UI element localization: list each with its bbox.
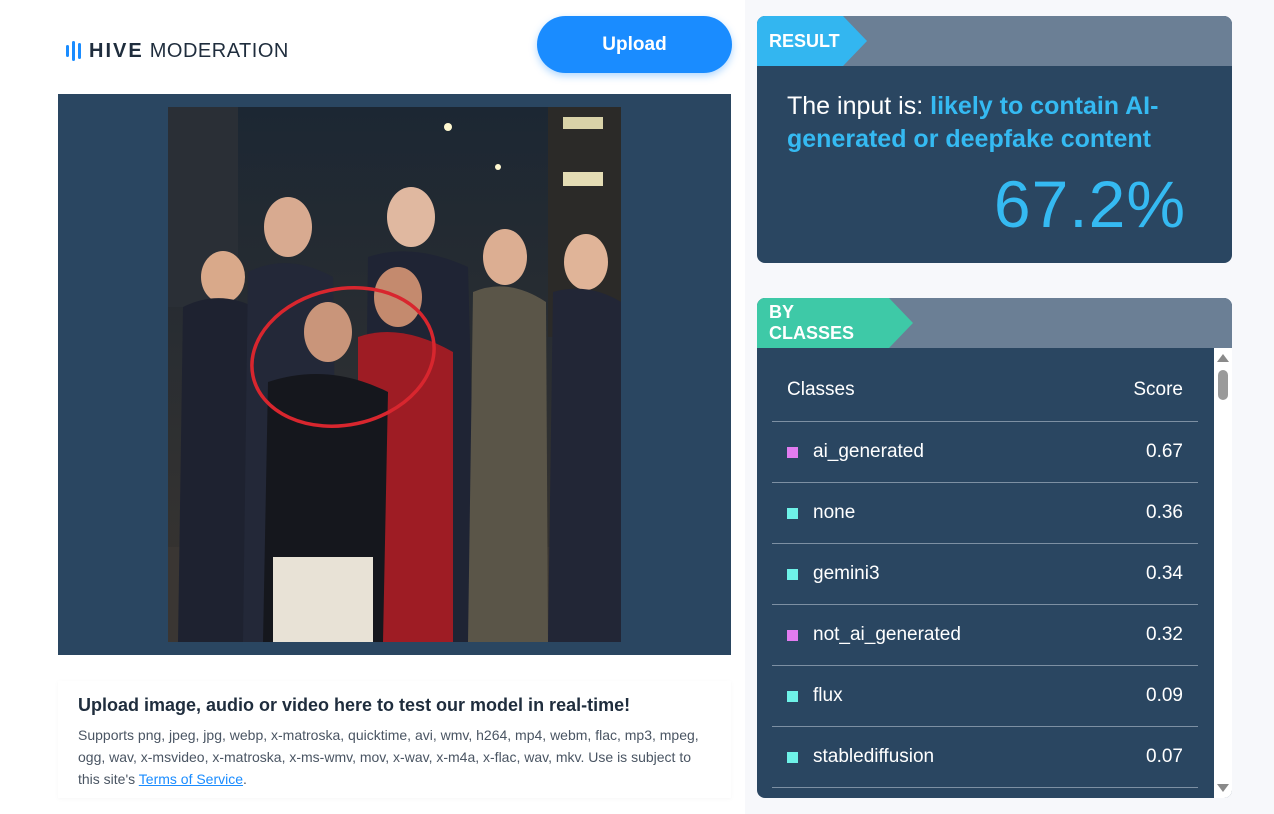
classes-body[interactable]: Classes Score ai_generated 0.67 none 0.3… [757, 348, 1232, 798]
upload-info: Upload image, audio or video here to tes… [58, 681, 731, 798]
classes-card-header: BY CLASSES [757, 298, 1232, 348]
class-name: ai_generated [813, 441, 924, 462]
table-row: flux 0.09 [772, 666, 1198, 727]
upload-info-title: Upload image, audio or video here to tes… [78, 695, 631, 715]
brand-bold: HIVE [89, 39, 144, 62]
brand-name: HIVE MODERATION [89, 40, 289, 63]
scroll-up-arrow-icon[interactable] [1217, 354, 1229, 362]
info-pointer [113, 662, 141, 682]
table-row: not_ai_generated 0.32 [772, 605, 1198, 666]
class-cell: flux [787, 685, 843, 707]
classes-card: BY CLASSES Classes Score ai_generated 0.… [757, 298, 1232, 798]
class-name: none [813, 502, 856, 523]
class-cell: not_ai_generated [787, 624, 961, 646]
class-score: 0.07 [1146, 746, 1183, 767]
classes-scrollbar[interactable] [1214, 348, 1232, 798]
hive-logo[interactable]: HIVE MODERATION [66, 38, 289, 64]
class-color-swatch [787, 751, 798, 763]
class-color-swatch [787, 507, 798, 519]
col-header-classes: Classes [787, 378, 855, 400]
media-preview[interactable] [58, 94, 731, 655]
uploaded-photo [168, 107, 621, 642]
supported-formats-end: . [243, 771, 247, 787]
table-row: gemini3 0.34 [772, 544, 1198, 605]
classes-table-header: Classes Score [772, 348, 1198, 422]
result-body: The input is: likely to contain AI-gener… [757, 66, 1232, 156]
scroll-thumb[interactable] [1218, 370, 1228, 400]
result-card: RESULT The input is: likely to contain A… [757, 16, 1232, 263]
result-tag: RESULT [757, 16, 867, 66]
classes-tag: BY CLASSES [757, 298, 913, 348]
hive-logo-icon [66, 40, 81, 62]
class-cell: none [787, 502, 855, 524]
class-color-swatch [787, 446, 798, 458]
class-score: 0.32 [1146, 624, 1183, 645]
result-percentage: 67.2% [993, 167, 1186, 241]
table-row: ai_generated 0.67 [772, 422, 1198, 483]
class-name: stablediffusion [813, 746, 935, 767]
class-color-swatch [787, 690, 798, 702]
terms-of-service-link[interactable]: Terms of Service [139, 771, 243, 787]
class-color-swatch [787, 629, 798, 641]
supported-formats: Supports png, jpeg, jpg, webp, x-matrosk… [78, 724, 711, 790]
class-name: gemini3 [813, 563, 880, 584]
class-name: flux [813, 685, 843, 706]
table-row: stablediffusion 0.07 [772, 727, 1198, 788]
col-header-score: Score [1133, 378, 1183, 400]
class-score: 0.36 [1146, 502, 1183, 523]
brand-rest: MODERATION [149, 39, 289, 62]
class-cell: gemini3 [787, 563, 880, 585]
result-prefix: The input is: [787, 92, 931, 120]
class-score: 0.34 [1146, 563, 1183, 584]
class-cell: stablediffusion [787, 746, 934, 768]
class-score: 0.09 [1146, 685, 1183, 706]
scroll-down-arrow-icon[interactable] [1217, 784, 1229, 792]
upload-button[interactable]: Upload [537, 16, 732, 73]
class-cell: ai_generated [787, 441, 924, 463]
result-statement: The input is: likely to contain AI-gener… [787, 90, 1202, 156]
upload-panel: HIVE MODERATION Upload Upload image, aud… [0, 0, 745, 814]
class-score: 0.67 [1146, 441, 1183, 462]
table-row: none 0.36 [772, 483, 1198, 544]
class-color-swatch [787, 568, 798, 580]
classes-table: Classes Score ai_generated 0.67 none 0.3… [772, 348, 1198, 788]
result-card-header: RESULT [757, 16, 1232, 66]
photo-illustration [168, 107, 621, 642]
class-name: not_ai_generated [813, 624, 961, 645]
